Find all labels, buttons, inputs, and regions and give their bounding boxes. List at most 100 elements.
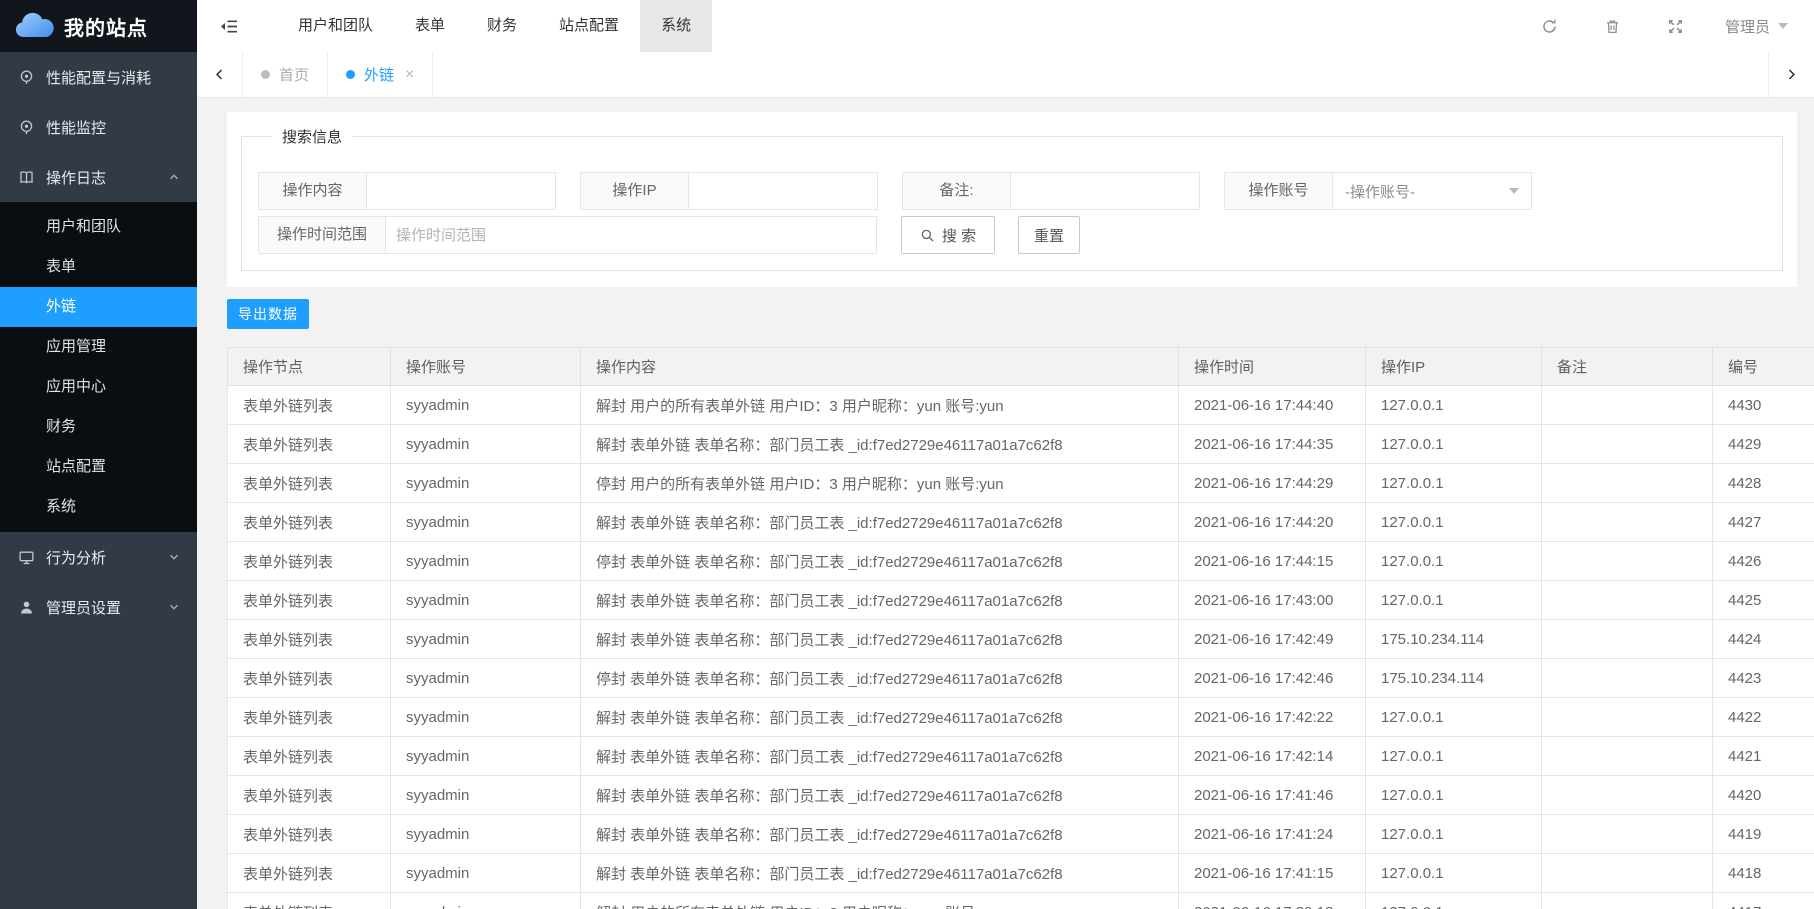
tab-首页[interactable]: 首页: [243, 52, 328, 97]
table-cell: [1542, 776, 1713, 815]
chevron-down-icon: [167, 550, 181, 564]
sidebar-item-管理员设置[interactable]: 管理员设置: [0, 582, 197, 632]
table-cell: 2021-06-16 17:44:15: [1179, 542, 1366, 581]
table-cell: 4427: [1713, 503, 1814, 542]
table-cell: 4421: [1713, 737, 1814, 776]
tab-list: 首页外链×: [243, 52, 433, 97]
search-button-label: 搜 索: [942, 225, 976, 246]
sidebar-subitem-站点配置[interactable]: 站点配置: [0, 447, 197, 487]
gauge-icon: [18, 119, 35, 136]
fullscreen-icon[interactable]: [1667, 18, 1684, 35]
table-cell: 2021-06-16 17:42:49: [1179, 620, 1366, 659]
table-cell: [1542, 815, 1713, 854]
table-cell: 2021-06-16 17:42:46: [1179, 659, 1366, 698]
column-header-操作节点: 操作节点: [228, 348, 391, 386]
table-cell: 2021-06-16 17:44:35: [1179, 425, 1366, 464]
operation-ip-input[interactable]: [688, 172, 878, 210]
trash-icon[interactable]: [1604, 18, 1621, 35]
table-cell: 表单外链列表: [228, 503, 391, 542]
search-row-2: 操作时间范围 搜 索 重置: [258, 216, 1766, 254]
table-cell: 2021-06-16 17:41:46: [1179, 776, 1366, 815]
sidebar-subitem-系统[interactable]: 系统: [0, 487, 197, 527]
tab-status-dot: [261, 70, 270, 79]
field-operation-ip: 操作IP: [580, 172, 878, 210]
tabs-scroll-left-button[interactable]: [197, 52, 243, 97]
table-cell: 4423: [1713, 659, 1814, 698]
operation-content-input[interactable]: [366, 172, 556, 210]
sidebar-item-性能监控[interactable]: 性能监控: [0, 102, 197, 152]
table-cell: [1542, 620, 1713, 659]
chevron-right-icon: [1785, 68, 1798, 81]
table-cell: [1542, 581, 1713, 620]
tabs-scroll-right-button[interactable]: [1768, 52, 1814, 97]
table-row: 表单外链列表syyadmin解封 表单外链 表单名称：部门员工表 _id:f7e…: [228, 503, 1814, 542]
table-cell: 表单外链列表: [228, 854, 391, 893]
sidebar-item-性能配置与消耗[interactable]: 性能配置与消耗: [0, 52, 197, 102]
user-menu[interactable]: 管理员: [1725, 16, 1788, 37]
table-cell: 2021-06-16 17:44:20: [1179, 503, 1366, 542]
table-cell: 停封 表单外链 表单名称：部门员工表 _id:f7ed2729e46117a01…: [581, 659, 1179, 698]
table-cell: 4429: [1713, 425, 1814, 464]
gauge-icon: [18, 69, 35, 86]
table-row: 表单外链列表syyadmin停封 表单外链 表单名称：部门员工表 _id:f7e…: [228, 659, 1814, 698]
sidebar-subitem-外链[interactable]: 外链: [0, 287, 197, 327]
operation-log-table: 操作节点操作账号操作内容操作时间操作IP备注编号 表单外链列表syyadmin解…: [227, 347, 1814, 909]
table-cell: 127.0.0.1: [1366, 854, 1542, 893]
operation-account-select[interactable]: -操作账号-: [1332, 172, 1532, 210]
column-header-编号: 编号: [1713, 348, 1814, 386]
table-row: 表单外链列表syyadmin解封 表单外链 表单名称：部门员工表 _id:f7e…: [228, 620, 1814, 659]
search-button[interactable]: 搜 索: [901, 216, 995, 254]
table-cell: 2021-06-16 17:42:22: [1179, 698, 1366, 737]
table-cell: 4418: [1713, 854, 1814, 893]
sidebar-subitem-应用中心[interactable]: 应用中心: [0, 367, 197, 407]
nav-item-表单[interactable]: 表单: [394, 0, 466, 52]
nav-item-系统[interactable]: 系统: [640, 0, 712, 52]
export-data-button[interactable]: 导出数据: [227, 299, 309, 329]
table-cell: 解封 表单外链 表单名称：部门员工表 _id:f7ed2729e46117a01…: [581, 737, 1179, 776]
table-cell: 175.10.234.114: [1366, 620, 1542, 659]
table-cell: syyadmin: [391, 737, 581, 776]
sidebar-subitem-用户和团队[interactable]: 用户和团队: [0, 207, 197, 247]
table-cell: 表单外链列表: [228, 620, 391, 659]
table-cell: 表单外链列表: [228, 776, 391, 815]
table-cell: 4419: [1713, 815, 1814, 854]
table-cell: [1542, 737, 1713, 776]
nav-item-站点配置[interactable]: 站点配置: [538, 0, 640, 52]
sidebar-subitem-财务[interactable]: 财务: [0, 407, 197, 447]
nav-item-财务[interactable]: 财务: [466, 0, 538, 52]
sidebar-item-操作日志[interactable]: 操作日志: [0, 152, 197, 202]
table-cell: syyadmin: [391, 620, 581, 659]
table-cell: 127.0.0.1: [1366, 815, 1542, 854]
remark-input[interactable]: [1010, 172, 1200, 210]
table-cell: 127.0.0.1: [1366, 737, 1542, 776]
collapse-sidebar-button[interactable]: [197, 0, 259, 52]
field-time-range: 操作时间范围: [258, 216, 877, 254]
table-row: 表单外链列表syyadmin解封 用户的所有表单外链 用户ID：3 用户昵称：y…: [228, 893, 1814, 909]
tab-外链[interactable]: 外链×: [328, 52, 433, 97]
table-cell: [1542, 425, 1713, 464]
table-cell: syyadmin: [391, 581, 581, 620]
table-cell: 解封 表单外链 表单名称：部门员工表 _id:f7ed2729e46117a01…: [581, 776, 1179, 815]
sidebar-subitem-应用管理[interactable]: 应用管理: [0, 327, 197, 367]
table-cell: syyadmin: [391, 464, 581, 503]
table-cell: 127.0.0.1: [1366, 503, 1542, 542]
table-cell: [1542, 503, 1713, 542]
sidebar-item-label: 管理员设置: [46, 597, 167, 618]
table-cell: syyadmin: [391, 386, 581, 425]
sidebar-item-行为分析[interactable]: 行为分析: [0, 532, 197, 582]
menu-collapse-icon: [219, 18, 238, 35]
time-range-input[interactable]: [385, 216, 877, 254]
table-cell: 表单外链列表: [228, 542, 391, 581]
table-cell: 停封 表单外链 表单名称：部门员工表 _id:f7ed2729e46117a01…: [581, 542, 1179, 581]
table-cell: 4430: [1713, 386, 1814, 425]
table-row: 表单外链列表syyadmin解封 用户的所有表单外链 用户ID：3 用户昵称：y…: [228, 386, 1814, 425]
refresh-icon[interactable]: [1541, 18, 1558, 35]
table-cell: 表单外链列表: [228, 425, 391, 464]
app-title: 我的站点: [64, 12, 148, 41]
field-operation-content: 操作内容: [258, 172, 556, 210]
reset-button[interactable]: 重置: [1018, 216, 1080, 254]
table-cell: syyadmin: [391, 854, 581, 893]
close-icon[interactable]: ×: [405, 66, 414, 84]
sidebar-subitem-表单[interactable]: 表单: [0, 247, 197, 287]
nav-item-用户和团队[interactable]: 用户和团队: [277, 0, 394, 52]
